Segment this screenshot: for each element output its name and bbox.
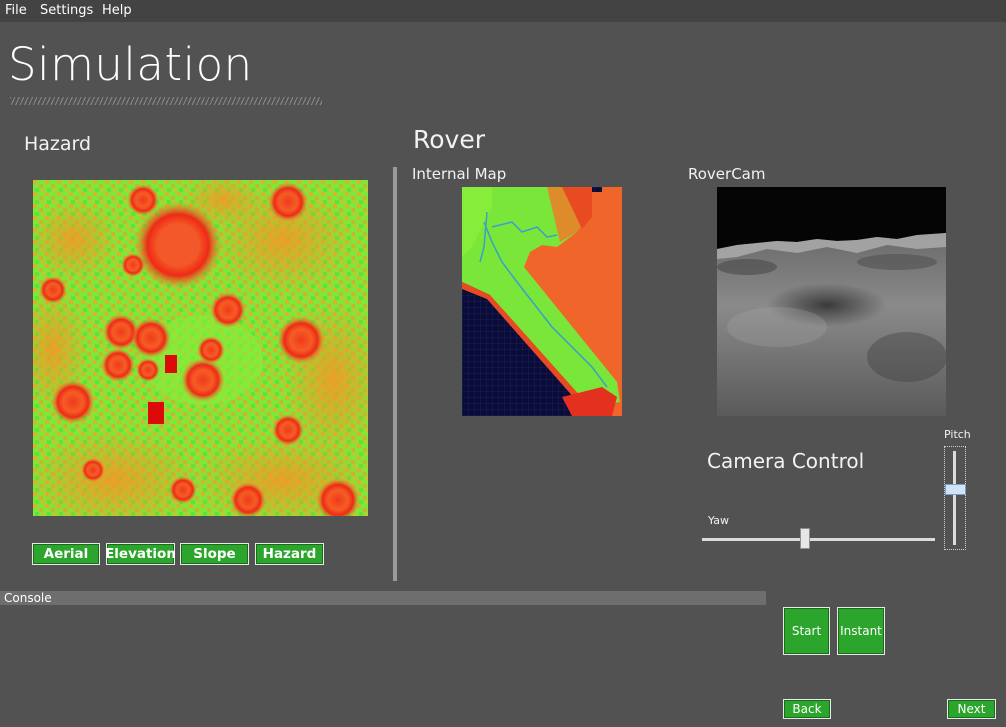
start-button[interactable]: Start — [783, 607, 830, 655]
instant-button[interactable]: Instant — [837, 607, 885, 655]
page-title: Simulation — [8, 38, 253, 91]
elevation-button[interactable]: Elevation — [105, 543, 176, 565]
yaw-label: Yaw — [708, 514, 729, 527]
hazard-button[interactable]: Hazard — [255, 543, 324, 565]
menu-settings[interactable]: Settings — [40, 3, 93, 18]
aerial-button[interactable]: Aerial — [32, 543, 100, 565]
console-header — [0, 591, 766, 605]
yaw-slider-thumb[interactable] — [800, 528, 811, 549]
yaw-slider-track[interactable] — [702, 538, 935, 541]
title-underline-hatch — [10, 97, 322, 105]
pitch-slider-track[interactable] — [953, 451, 956, 545]
menu-bar: File Settings Help — [0, 0, 1006, 22]
hazard-heading: Hazard — [24, 133, 92, 155]
rover-heading: Rover — [413, 125, 485, 154]
rovercam-image — [717, 187, 946, 416]
console-output[interactable] — [0, 605, 766, 727]
rovercam-label: RoverCam — [688, 165, 766, 183]
hazard-map-image — [33, 180, 368, 516]
slope-button[interactable]: Slope — [180, 543, 249, 565]
pitch-label: Pitch — [944, 428, 971, 441]
internal-map-image — [462, 187, 622, 416]
menu-help[interactable]: Help — [102, 3, 132, 18]
back-button[interactable]: Back — [783, 699, 831, 719]
console-label: Console — [4, 591, 52, 605]
internal-map-label: Internal Map — [412, 165, 507, 183]
pitch-slider-thumb[interactable] — [945, 484, 966, 496]
section-divider — [393, 167, 397, 581]
next-button[interactable]: Next — [947, 699, 996, 719]
camera-control-heading: Camera Control — [707, 449, 865, 473]
menu-file[interactable]: File — [5, 3, 27, 18]
